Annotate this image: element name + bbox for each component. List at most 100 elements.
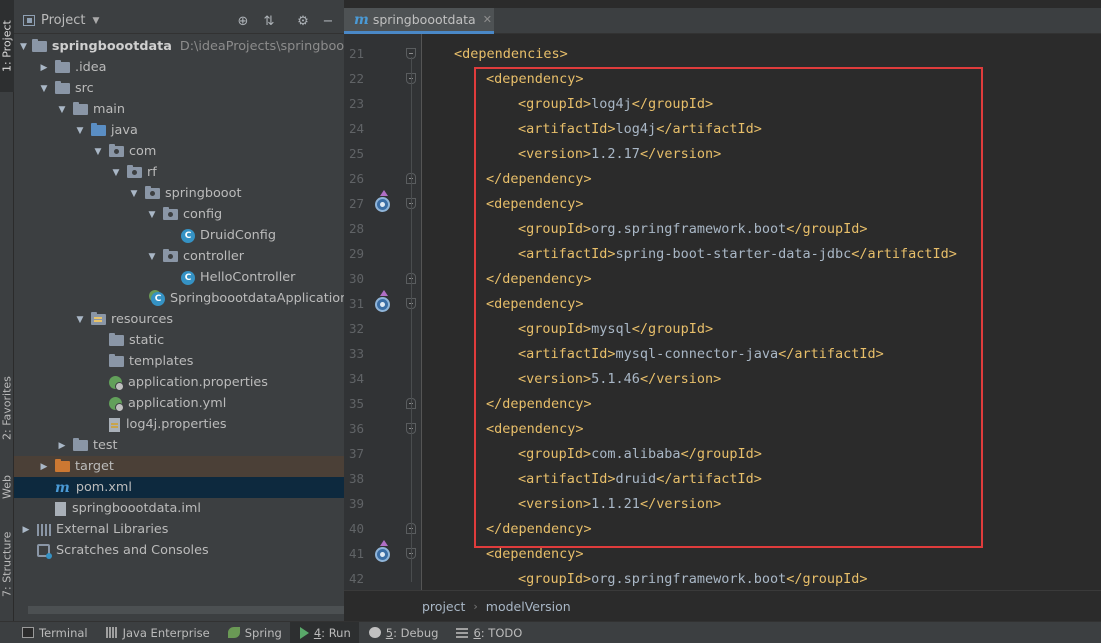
bottom-tab-spring[interactable]: Spring [218,622,290,643]
folder-icon [55,81,70,94]
bottom-tab-label: : Debug [393,625,439,640]
collapse-arrow-icon[interactable]: ▶ [56,440,68,452]
tree-row-application-yml[interactable]: application.yml [14,393,344,414]
collapse-arrow-icon[interactable]: ▶ [20,524,32,536]
code-line[interactable]: 38 <artifactId>druid</artifactId> [344,466,1101,491]
tree-row-application-class[interactable]: C SpringboootdataApplication [14,288,344,309]
tree-row-log4j-properties[interactable]: log4j.properties [14,414,344,435]
tree-label: springbooot [165,186,242,201]
chevron-down-icon[interactable]: ▼ [92,16,99,26]
tree-row-target[interactable]: ▶ target [14,456,344,477]
tree-row-test[interactable]: ▶ test [14,435,344,456]
tree-row-main[interactable]: ▼ main [14,99,344,120]
collapse-arrow-icon[interactable]: ▶ [38,461,50,473]
code-line[interactable]: 40 </dependency> [344,516,1101,541]
code-line[interactable]: 25 <version>1.2.17</version> [344,141,1101,166]
expand-arrow-icon[interactable]: ▼ [20,41,27,53]
tree-row-pom-xml[interactable]: m pom.xml [14,477,344,498]
code-line[interactable]: 30 </dependency> [344,266,1101,291]
module-folder-icon [31,39,47,52]
expand-arrow-icon[interactable]: ▼ [146,251,158,263]
code-line[interactable]: 27 <dependency> [344,190,1101,216]
line-number: 35 [348,396,364,411]
xml-open-tag: <dependency> [486,70,584,87]
editor-tab-pom[interactable]: m springboootdata ✕ [344,8,494,34]
breadcrumb-item-modelversion[interactable]: modelVersion [486,599,571,614]
tree-row-com[interactable]: ▼ com [14,141,344,162]
maven-dependency-icon[interactable] [375,540,390,562]
tree-row-src[interactable]: ▼ src [14,78,344,99]
code-line[interactable]: 32 <groupId>mysql</groupId> [344,316,1101,341]
code-line[interactable]: 33 <artifactId>mysql-connector-java</arti… [344,341,1101,366]
tree-row-druidconfig[interactable]: C DruidConfig [14,225,344,246]
tool-tab-project[interactable]: 1: Project [0,0,14,92]
tree-row-static[interactable]: static [14,330,344,351]
xml-close-tag: </groupId> [631,320,714,337]
tool-tab-favorites[interactable]: 2: Favorites [0,368,14,448]
code-line[interactable]: 41 <dependency> [344,540,1101,566]
tree-row-rf[interactable]: ▼ rf [14,162,344,183]
expand-arrow-icon[interactable]: ▼ [56,104,68,116]
maven-dependency-icon[interactable] [375,290,390,312]
folder-icon [73,102,88,115]
tree-row-config[interactable]: ▼ config [14,204,344,225]
bottom-tab-run[interactable]: 4: Run [289,621,359,643]
tree-row-springboootdata[interactable]: ▼ springboootdata D:\ideaProjects\spring… [14,36,344,57]
close-icon[interactable]: ✕ [483,13,492,26]
tool-tab-web[interactable]: Web [0,462,14,512]
code-line[interactable]: 28 <groupId>org.springframework.boot</gro… [344,216,1101,241]
code-line[interactable]: 26 </dependency> [344,166,1101,191]
code-line[interactable]: 31 <dependency> [344,290,1101,316]
tree-row-java[interactable]: ▼ java [14,120,344,141]
maven-dependency-icon[interactable] [375,190,390,212]
horizontal-scrollbar[interactable] [28,606,344,614]
code-text: <artifactId>druid</artifactId> [518,471,762,487]
xml-open-tag: <groupId> [518,220,592,237]
tree-row-application-properties[interactable]: application.properties [14,372,344,393]
tree-row-idea[interactable]: ▶ .idea [14,57,344,78]
code-line[interactable]: 29 <artifactId>spring-boot-starter-data-j… [344,241,1101,266]
expand-arrow-icon[interactable]: ▼ [74,314,86,326]
tree-row-resources[interactable]: ▼ resources [14,309,344,330]
code-line[interactable]: 24 <artifactId>log4j</artifactId> [344,116,1101,141]
collapse-all-icon[interactable]: ⇅ [261,13,277,29]
code-line[interactable]: 23 <groupId>log4j</groupId> [344,91,1101,116]
project-panel-title[interactable]: Project [41,13,85,28]
tree-row-hellocontroller[interactable]: C HelloController [14,267,344,288]
tree-row-external-libraries[interactable]: ▶ External Libraries [14,519,344,540]
code-line[interactable]: 36 <dependency> [344,416,1101,441]
tree-row-scratches[interactable]: Scratches and Consoles [14,540,344,561]
tree-row-templates[interactable]: templates [14,351,344,372]
code-line[interactable]: 37 <groupId>com.alibaba</groupId> [344,441,1101,466]
code-line[interactable]: 42 <groupId>org.springframework.boot</gro… [344,566,1101,591]
code-line[interactable]: 22 <dependency> [344,66,1101,91]
locate-icon[interactable]: ⊕ [235,13,251,29]
line-number: 22 [348,71,364,86]
hide-icon[interactable]: − [320,13,336,29]
expand-arrow-icon[interactable]: ▼ [38,83,50,95]
tree-row-springbooot[interactable]: ▼ springbooot [14,183,344,204]
expand-arrow-icon[interactable]: ▼ [92,146,104,158]
bottom-tab-todo[interactable]: 6: TODO [446,622,530,643]
expand-arrow-icon[interactable]: ▼ [128,188,140,200]
expand-arrow-icon[interactable]: ▼ [146,209,158,221]
bottom-tab-java-enterprise[interactable]: Java Enterprise [96,622,218,643]
tree-row-iml[interactable]: springboootdata.iml [14,498,344,519]
expand-arrow-icon[interactable]: ▼ [74,125,86,137]
collapse-arrow-icon[interactable]: ▶ [38,62,50,74]
xml-close-tag: </dependency> [486,395,592,412]
tree-row-controller[interactable]: ▼ controller [14,246,344,267]
bottom-tab-debug[interactable]: 5: Debug [359,622,447,643]
bottom-tab-terminal[interactable]: Terminal [12,622,96,643]
code-line[interactable]: 21 <dependencies> [344,41,1101,66]
breadcrumb-item-project[interactable]: project [422,599,465,614]
gear-icon[interactable]: ⚙ [295,13,311,29]
code-line[interactable]: 39 <version>1.1.21</version> [344,491,1101,516]
line-number: 40 [348,521,364,536]
xml-close-tag: </groupId> [786,220,868,237]
tool-tab-structure[interactable]: 7: Structure [0,522,14,606]
package-icon [163,207,178,220]
code-line[interactable]: 34 <version>5.1.46</version> [344,366,1101,391]
code-line[interactable]: 35 </dependency> [344,391,1101,416]
expand-arrow-icon[interactable]: ▼ [110,167,122,179]
